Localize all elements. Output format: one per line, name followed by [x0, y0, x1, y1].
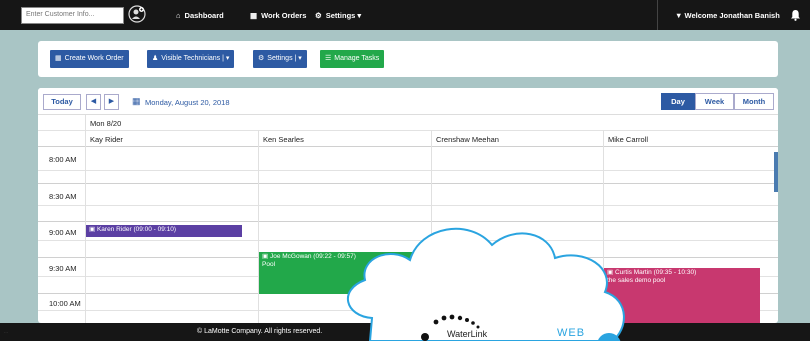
bell-icon[interactable] [790, 9, 801, 21]
view-month-button[interactable]: Month [734, 93, 774, 110]
nav-settings-label: Settings [325, 11, 356, 20]
day-header: Mon 8/20 [90, 119, 122, 128]
settings-button[interactable]: ⚙ Settings | ▾ [253, 50, 307, 68]
time-slot-label: 9:00 AM [49, 228, 77, 237]
customer-search-input[interactable]: Enter Customer Info... [21, 7, 124, 24]
event-subtitle: Pool [262, 261, 276, 269]
time-slot-label: 8:00 AM [49, 155, 77, 164]
work-order-event[interactable]: ▣ Joe McGowan (09:22 - 09:57) Pool [259, 252, 419, 294]
nav-work-orders[interactable]: ▦ Work Orders [250, 11, 306, 20]
view-week-button[interactable]: Week [695, 93, 734, 110]
grid-line [38, 170, 778, 171]
technician-column-header: Kay Rider [90, 135, 123, 144]
technician-column-header: Crenshaw Meehan [436, 135, 499, 144]
nav-work-orders-label: Work Orders [261, 11, 307, 20]
grid-column-line [85, 115, 86, 323]
work-order-event[interactable]: ▣ Curtis Martin (09:35 - 10:30) the sale… [604, 268, 760, 323]
calendar-panel: Today ◀ ▶ ▦ Monday, August 20, 2018 Day … [38, 88, 778, 323]
chevron-down-icon: ▾ [357, 11, 362, 20]
grid-line [38, 130, 778, 131]
work-order-event[interactable]: ▣ Karen Rider (09:00 - 09:10) [86, 225, 242, 237]
grid-column-line [258, 130, 259, 323]
event-icon: ▣ [262, 253, 270, 260]
technician-column-header: Mike Carroll [608, 135, 649, 144]
home-icon: ⌂ [176, 11, 181, 20]
next-day-button[interactable]: ▶ [104, 94, 119, 110]
nav-settings[interactable]: ⚙ Settings ▾ [315, 11, 361, 20]
page-footer: ⋯ © LaMotte Company. All rights reserved… [0, 323, 810, 341]
nav-divider [657, 0, 658, 30]
grid-line [38, 221, 778, 222]
grid-line [38, 240, 778, 241]
gear-icon: ⚙ [258, 55, 265, 62]
view-day-button[interactable]: Day [661, 93, 695, 110]
grid-line [38, 183, 778, 184]
calendar-toolbar: Today ◀ ▶ ▦ Monday, August 20, 2018 Day … [38, 88, 778, 115]
calendar-icon[interactable]: ▦ [132, 96, 141, 107]
calendar-scrollbar[interactable] [774, 152, 778, 192]
grid-line [38, 205, 778, 206]
current-date: Monday, August 20, 2018 [145, 98, 230, 107]
event-title: Joe McGowan (09:22 - 09:57) [269, 253, 356, 260]
top-navbar: Enter Customer Info... ⌂ Dashboard ▦ Work … [0, 0, 810, 30]
manage-tasks-label: Manage Tasks [334, 55, 380, 62]
manage-tasks-button[interactable]: ☰ Manage Tasks [320, 50, 385, 68]
nav-dashboard-label: Dashboard [184, 11, 224, 20]
event-title: Curtis Martin (09:35 - 10:30) [614, 269, 697, 276]
settings-label: Settings | [267, 55, 297, 62]
event-subtitle: the sales demo pool [607, 277, 666, 285]
customer-search-icon[interactable] [128, 5, 146, 23]
welcome-label: Welcome Jonathan Banish [684, 11, 780, 20]
action-toolbar: ▦ Create Work Order ♟ Visible Technicians … [38, 41, 778, 77]
nav-dashboard[interactable]: ⌂ Dashboard [176, 11, 224, 20]
time-slot-label: 10:00 AM [49, 299, 81, 308]
time-slot-label: 8:30 AM [49, 192, 77, 201]
waterlink-brand-text: WaterLink [447, 329, 488, 339]
list-icon: ☰ [325, 55, 332, 62]
caret-down-icon: ▼ [675, 11, 685, 20]
calendar-icon: ▦ [55, 55, 62, 62]
time-slot-label: 9:30 AM [49, 264, 77, 273]
calendar-icon: ▦ [250, 11, 258, 20]
chevron-down-icon: ▾ [298, 55, 302, 62]
grid-line [38, 146, 778, 147]
visible-technicians-label: Visible Technicians | [161, 55, 224, 62]
event-icon: ▣ [89, 226, 97, 233]
gear-icon: ⚙ [315, 11, 322, 20]
user-icon: ♟ [152, 55, 159, 62]
create-work-order-label: Create Work Order [64, 55, 124, 62]
web-brand-text: WEB [557, 327, 586, 339]
chevron-down-icon: ▾ [225, 55, 230, 62]
event-title: Karen Rider (09:00 - 09:10) [96, 226, 177, 233]
footer-small-text: ⋯ [4, 330, 8, 335]
copyright-text: © LaMotte Company. All rights reserved. [197, 328, 323, 335]
visible-technicians-button[interactable]: ♟ Visible Technicians | ▾ [147, 50, 235, 68]
grid-column-line [431, 130, 432, 323]
create-work-order-button[interactable]: ▦ Create Work Order [50, 50, 129, 68]
today-button[interactable]: Today [43, 94, 81, 110]
event-icon: ▣ [607, 269, 615, 276]
prev-day-button[interactable]: ◀ [86, 94, 101, 110]
user-menu[interactable]: ▼ Welcome Jonathan Banish [675, 11, 780, 20]
technician-column-header: Ken Searles [263, 135, 304, 144]
